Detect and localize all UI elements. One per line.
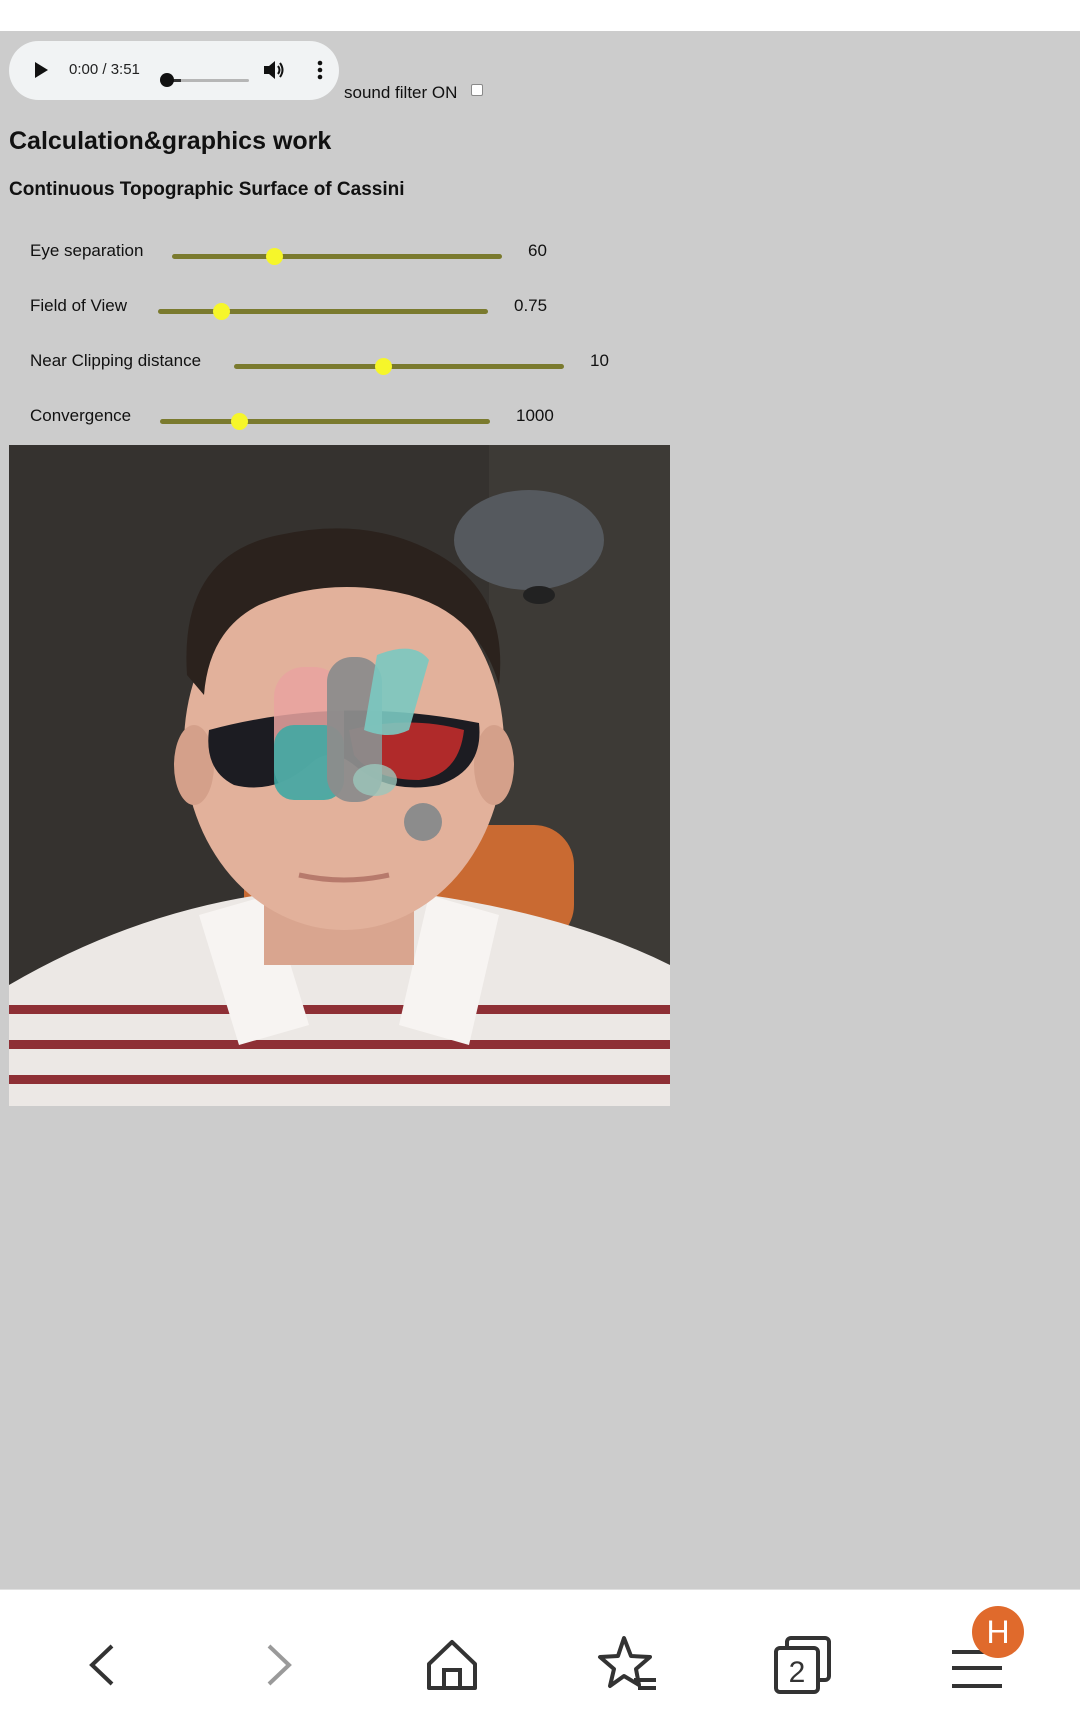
page-subtitle: Continuous Topographic Surface of Cassin… bbox=[9, 179, 405, 200]
play-icon[interactable] bbox=[31, 60, 51, 80]
convergence-label: Convergence bbox=[30, 406, 132, 425]
field-of-view-slider[interactable] bbox=[158, 303, 488, 320]
webcam-canvas[interactable] bbox=[9, 445, 670, 1106]
audio-player[interactable]: 0:00 / 3:51 bbox=[9, 41, 339, 100]
page-title: Calculation&graphics work bbox=[9, 127, 332, 155]
back-button[interactable] bbox=[68, 1630, 138, 1700]
near-clipping-label: Near Clipping distance bbox=[30, 351, 202, 370]
eye-separation-value: 60 bbox=[528, 241, 547, 260]
tabs-button[interactable]: 2 bbox=[767, 1630, 837, 1700]
eye-separation-slider[interactable] bbox=[172, 248, 502, 265]
near-clipping-slider[interactable] bbox=[234, 358, 564, 375]
audio-time: 0:00 / 3:51 bbox=[69, 61, 140, 78]
forward-button[interactable] bbox=[243, 1630, 313, 1700]
more-vert-icon[interactable] bbox=[308, 58, 332, 82]
sound-filter-label: sound filter ON bbox=[344, 83, 458, 102]
near-clipping-knob[interactable] bbox=[374, 358, 392, 375]
eye-separation-knob[interactable] bbox=[266, 248, 284, 265]
audio-seek-thumb[interactable] bbox=[160, 73, 174, 87]
bookmarks-icon bbox=[598, 1636, 656, 1690]
home-icon bbox=[427, 1640, 477, 1690]
audio-seek-bar[interactable] bbox=[161, 79, 249, 82]
near-clipping-value: 10 bbox=[590, 351, 609, 370]
tab-count: 2 bbox=[789, 1656, 806, 1689]
field-of-view-value: 0.75 bbox=[514, 296, 548, 315]
field-of-view-knob[interactable] bbox=[212, 303, 230, 320]
back-icon bbox=[89, 1644, 114, 1686]
page-content: 0:00 / 3:51 sound filter ON Calculation&… bbox=[0, 31, 1080, 1589]
home-button[interactable] bbox=[417, 1630, 487, 1700]
field-of-view-label: Field of View bbox=[30, 296, 128, 315]
status-bar bbox=[0, 0, 1080, 31]
forward-icon bbox=[267, 1644, 292, 1686]
profile-avatar[interactable]: H bbox=[972, 1606, 1024, 1658]
volume-icon[interactable] bbox=[261, 57, 287, 83]
convergence-value: 1000 bbox=[516, 406, 554, 425]
bookmarks-button[interactable] bbox=[592, 1630, 662, 1700]
eye-separation-label: Eye separation bbox=[30, 241, 144, 260]
browser-bottom-bar: 2 H bbox=[0, 1589, 1080, 1733]
convergence-knob[interactable] bbox=[231, 413, 249, 430]
sound-filter-checkbox[interactable] bbox=[471, 84, 483, 96]
convergence-slider[interactable] bbox=[160, 413, 490, 430]
webcam-scene bbox=[9, 445, 670, 1106]
tabs-icon: 2 bbox=[774, 1636, 831, 1694]
